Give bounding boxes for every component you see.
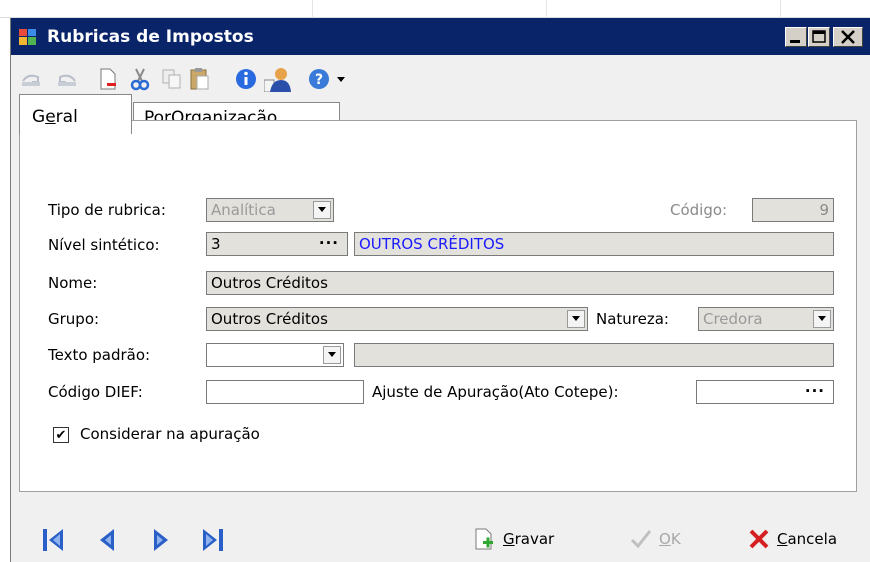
nivel-sintetico-value: 3 — [211, 235, 221, 253]
app-icon — [19, 29, 37, 45]
dialog-window: Rubricas de Impostos ? G e ral Po r Orga… — [10, 18, 870, 562]
last-record-icon[interactable] — [201, 527, 225, 553]
nome-field[interactable]: Outros Créditos — [206, 271, 834, 295]
nivel-sintetico-label: Nível sintético: — [48, 236, 160, 254]
gravar-label: ravar — [514, 530, 555, 548]
nivel-descricao-value: OUTROS CRÉDITOS — [359, 235, 505, 253]
nivel-sintetico-field[interactable]: 3 ··· — [206, 232, 348, 256]
natureza-label: Natureza: — [596, 310, 669, 328]
checkmark-icon — [629, 527, 653, 551]
nome-label: Nome: — [48, 274, 98, 292]
check-icon: ✔ — [55, 427, 67, 443]
ajuste-lookup-button[interactable]: ··· — [805, 382, 825, 400]
cancela-button[interactable]: Cancela — [747, 524, 837, 554]
footer-bar: Gravar OK Cancela — [11, 502, 870, 562]
form-panel: Tipo de rubrica: Analítica Código: 9 Nív… — [19, 120, 857, 492]
new-document-icon[interactable] — [95, 67, 121, 91]
tab-geral-label-rest: ral — [55, 106, 78, 127]
tab-geral[interactable]: Ge ral — [19, 94, 132, 134]
paste-icon[interactable] — [187, 67, 213, 91]
texto-padrao-descricao — [354, 343, 834, 367]
strip-separator — [312, 0, 313, 18]
save-icon — [473, 527, 497, 551]
nivel-descricao-field: OUTROS CRÉDITOS — [354, 232, 834, 256]
grupo-value: Outros Créditos — [211, 310, 328, 328]
info-icon[interactable] — [233, 67, 259, 91]
ajuste-apuracao-label: Ajuste de Apuração(Ato Cotepe): — [372, 383, 619, 401]
window-title: Rubricas de Impostos — [47, 27, 254, 47]
cancela-accel: C — [777, 530, 788, 548]
user-icon[interactable] — [263, 67, 293, 92]
ok-accel: O — [659, 530, 671, 548]
codigo-field: 9 — [752, 198, 834, 222]
close-button[interactable] — [833, 27, 863, 47]
chevron-down-icon[interactable] — [567, 310, 585, 328]
considerar-checkbox[interactable]: ✔ — [53, 427, 69, 443]
ok-button[interactable]: OK — [629, 524, 681, 554]
texto-padrao-select[interactable] — [206, 343, 344, 367]
grupo-select[interactable]: Outros Créditos — [206, 307, 588, 331]
tipo-rubrica-select[interactable]: Analítica — [206, 198, 334, 222]
cancel-x-icon — [747, 527, 771, 551]
background-strip — [0, 0, 870, 18]
first-record-icon[interactable] — [41, 527, 65, 553]
copy-icon[interactable] — [159, 67, 185, 91]
redo-icon[interactable] — [53, 67, 79, 91]
gravar-accel: G — [503, 530, 515, 548]
codigo-dief-label: Código DIEF: — [48, 383, 143, 401]
svg-text:?: ? — [315, 72, 323, 88]
next-record-icon[interactable] — [151, 527, 175, 553]
minimize-button[interactable] — [785, 27, 807, 47]
tab-geral-accel: e — [45, 106, 56, 127]
help-icon[interactable]: ? — [307, 67, 351, 91]
tab-geral-label: G — [32, 106, 46, 127]
codigo-dief-field[interactable] — [206, 380, 364, 404]
tipo-rubrica-label: Tipo de rubrica: — [48, 201, 166, 219]
strip-separator — [780, 0, 781, 18]
cancela-label: ancela — [787, 530, 838, 548]
strip-separator — [546, 0, 547, 18]
nivel-lookup-button[interactable]: ··· — [319, 234, 339, 252]
texto-padrao-label: Texto padrão: — [48, 346, 151, 364]
ajuste-apuracao-field[interactable]: ··· — [696, 380, 834, 404]
chevron-down-icon[interactable] — [313, 201, 331, 219]
natureza-select[interactable]: Credora — [698, 307, 834, 331]
maximize-button[interactable] — [808, 27, 830, 47]
codigo-value: 9 — [819, 201, 829, 219]
chevron-down-icon[interactable] — [323, 346, 341, 364]
gravar-button[interactable]: Gravar — [473, 524, 554, 554]
undo-icon[interactable] — [19, 67, 45, 91]
toolbar: ? — [11, 55, 870, 101]
considerar-label: Considerar na apuração — [80, 425, 260, 443]
nome-value: Outros Créditos — [211, 274, 328, 292]
cut-icon[interactable] — [127, 67, 153, 91]
grupo-label: Grupo: — [48, 310, 100, 328]
codigo-label: Código: — [670, 201, 728, 219]
previous-record-icon[interactable] — [97, 527, 121, 553]
tipo-rubrica-value: Analítica — [211, 201, 276, 219]
ok-label: K — [670, 530, 681, 548]
title-bar[interactable]: Rubricas de Impostos — [11, 18, 870, 55]
chevron-down-icon[interactable] — [813, 310, 831, 328]
natureza-value: Credora — [703, 310, 763, 328]
